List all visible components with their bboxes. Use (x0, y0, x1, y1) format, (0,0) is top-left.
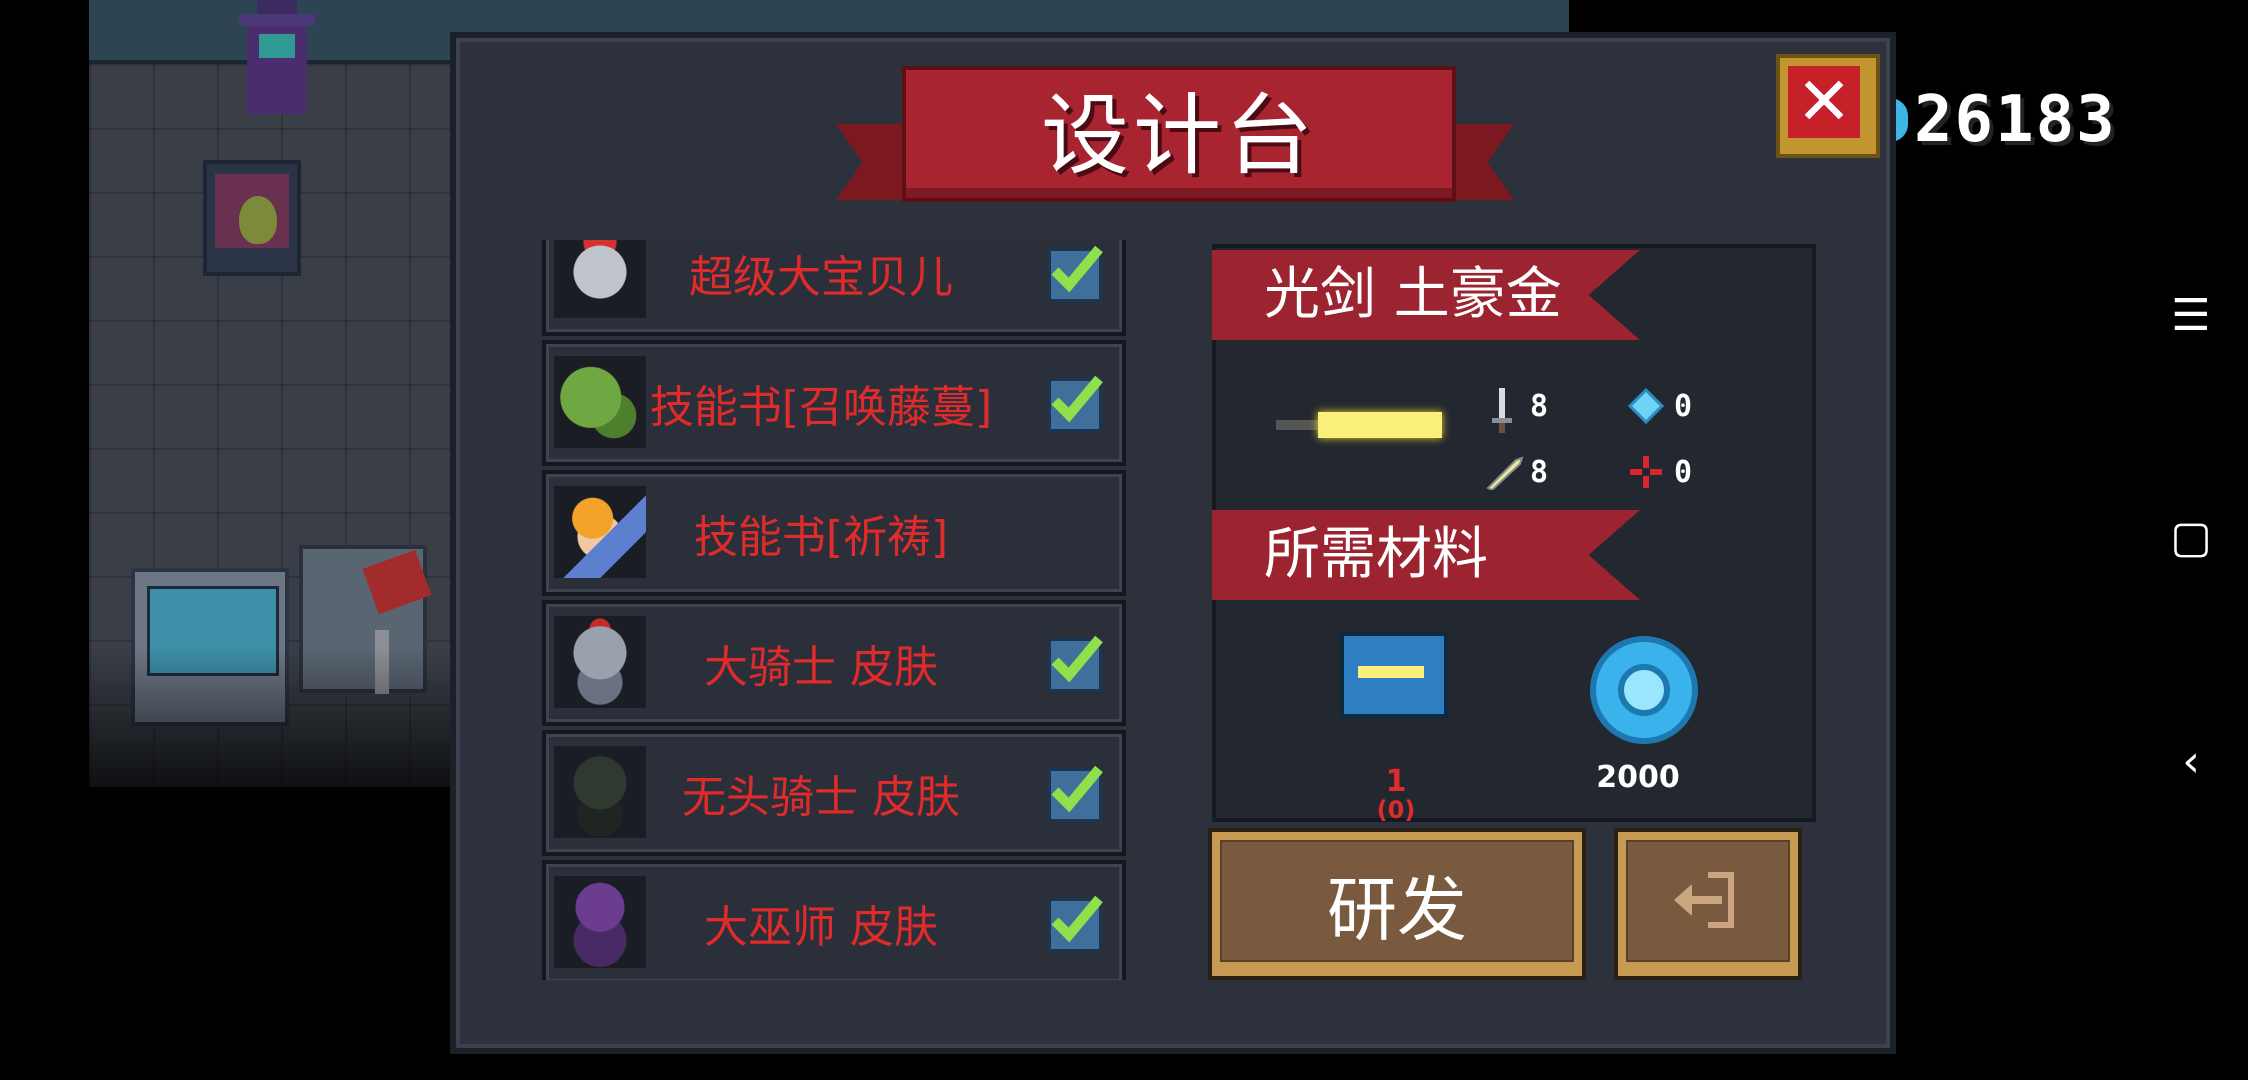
headless-knight-icon (554, 746, 646, 838)
list-item[interactable]: 无头骑士 皮肤 (542, 730, 1126, 856)
seed-icon (239, 196, 277, 244)
lightsaber-icon (1276, 410, 1442, 440)
energy-value: 0 (1674, 388, 1693, 424)
sword-icon (1484, 388, 1520, 433)
blueprint-owned-count: (0) (1376, 796, 1416, 824)
checkmark-icon (1048, 765, 1103, 822)
blueprint-required-count: 1 (1385, 764, 1407, 799)
item-name: 超级大宝贝儿 (689, 252, 953, 303)
page-title: 设计台 (1040, 83, 1317, 187)
item-name: 技能书[祈祷] (693, 512, 949, 563)
item-list[interactable]: 超级大宝贝儿 技能书[召唤藤蔓] 技能书[祈祷] 大骑士 皮肤 无头骑士 皮肤 … (542, 240, 1128, 980)
gem-icon (1590, 636, 1698, 744)
checkmark-icon (1048, 245, 1103, 302)
selected-item-name: 光剑 土豪金 (1264, 262, 1562, 327)
baby-robot-icon (554, 240, 646, 318)
materials-label: 所需材料 (1264, 522, 1488, 587)
checkmark-icon (1048, 895, 1103, 952)
gem-count: 26183 (1914, 83, 2117, 157)
crit-stat: 0 (1628, 454, 1692, 490)
design-table-panel: 设计台 ✕ 超级大宝贝儿 技能书[召唤藤蔓] 技能书[祈祷] 大骑士 皮肤 无头… (450, 32, 1896, 1054)
item-name: 无头骑士 皮肤 (682, 772, 960, 823)
item-name: 大骑士 皮肤 (704, 642, 938, 693)
item-name-banner: 光剑 土豪金 (1212, 250, 1640, 340)
close-button[interactable]: ✕ (1776, 54, 1880, 158)
list-item[interactable]: 技能书[召唤藤蔓] (542, 340, 1126, 466)
speed-value: 8 (1530, 454, 1549, 490)
home-square-icon[interactable]: ▢ (2166, 512, 2216, 563)
back-icon[interactable]: ‹ (2166, 736, 2216, 787)
checkmark-icon (1048, 375, 1103, 432)
crit-value: 0 (1674, 454, 1693, 490)
knight-icon (554, 616, 646, 708)
gem-required-count: 2000 (1596, 760, 1680, 795)
list-item[interactable]: 大巫师 皮肤 (542, 860, 1126, 980)
materials-banner: 所需材料 (1212, 510, 1640, 600)
attack-value: 8 (1530, 388, 1549, 424)
develop-label: 研发 (1327, 868, 1467, 951)
speed-stat: 8 (1484, 454, 1549, 492)
list-item[interactable]: 大骑士 皮肤 (542, 600, 1126, 726)
energy-stat: 0 (1627, 387, 1693, 425)
vine-dragon-icon (554, 356, 646, 448)
list-item[interactable]: 超级大宝贝儿 (542, 240, 1126, 336)
exit-icon (1672, 868, 1744, 936)
develop-button[interactable]: 研发 (1208, 828, 1586, 980)
exit-button[interactable] (1614, 828, 1802, 980)
seed-pedestal (203, 160, 301, 276)
feather-icon (1484, 454, 1524, 492)
item-name: 技能书[召唤藤蔓] (649, 382, 993, 433)
praying-hand-icon (554, 486, 646, 578)
wizard-npc (219, 0, 329, 120)
attack-stat: 8 (1484, 388, 1549, 433)
checkmark-icon (1048, 635, 1103, 692)
diamond-icon (1627, 387, 1665, 425)
blueprint-icon (1340, 632, 1448, 718)
crosshair-icon (1628, 454, 1664, 490)
item-name: 大巫师 皮肤 (704, 902, 938, 953)
list-item[interactable]: 技能书[祈祷] (542, 470, 1126, 596)
title-ribbon: 设计台 (836, 66, 1514, 216)
menu-icon[interactable]: ☰ (2166, 290, 2216, 341)
wizard-icon (554, 876, 646, 968)
gem-counter: 26183 (1890, 80, 2117, 160)
close-icon: ✕ (1796, 63, 1852, 140)
